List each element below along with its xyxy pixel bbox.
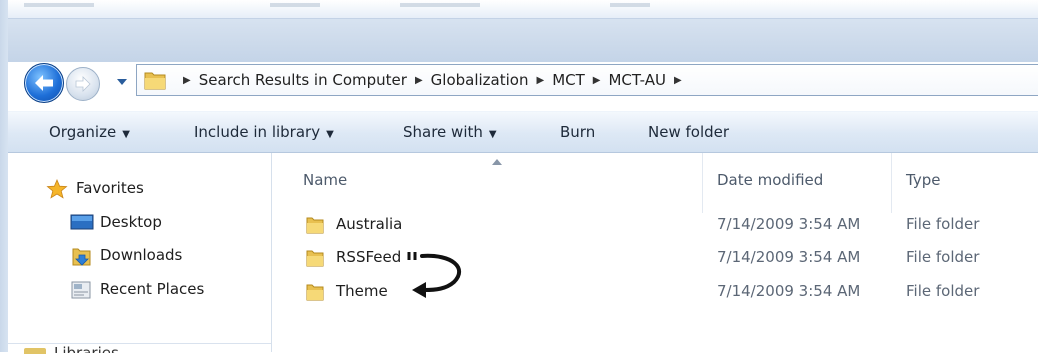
folder-icon <box>306 217 324 234</box>
downloads-folder-icon <box>70 246 92 266</box>
breadcrumb-chevron-icon[interactable]: ▶ <box>415 75 423 86</box>
breadcrumb-chevron-icon[interactable]: ▶ <box>536 75 544 86</box>
chevron-down-icon: ▼ <box>326 129 334 140</box>
burn-button[interactable]: Burn <box>560 123 595 141</box>
column-divider[interactable] <box>891 153 892 213</box>
recent-pages-dropdown-icon[interactable] <box>116 78 128 86</box>
window-left-border <box>0 0 8 352</box>
column-divider[interactable] <box>702 153 703 213</box>
include-in-library-label: Include in library <box>194 123 321 141</box>
nav-item-downloads-label: Downloads <box>100 246 183 264</box>
navigation-pane: Favorites Desktop Downloads Recent Place… <box>8 153 272 354</box>
breadcrumb-chevron-icon[interactable]: ▶ <box>674 75 682 86</box>
column-header-name[interactable]: Name <box>303 171 347 189</box>
folder-icon <box>144 72 166 90</box>
nav-favorites[interactable]: Favorites <box>46 178 144 199</box>
chevron-down-icon: ▼ <box>488 129 497 140</box>
nav-item-recent-places-label: Recent Places <box>100 280 205 298</box>
sort-ascending-icon <box>492 159 502 165</box>
breadcrumb-search-results[interactable]: Search Results in Computer <box>199 71 407 89</box>
table-row[interactable]: Australia 7/14/2009 3:54 AM File folder <box>272 208 1038 241</box>
table-row[interactable]: Theme 7/14/2009 3:54 AM File folder <box>272 275 1038 308</box>
breadcrumb-globalization[interactable]: Globalization <box>431 71 529 89</box>
nav-favorites-label: Favorites <box>76 179 144 197</box>
libraries-icon <box>24 348 46 354</box>
folder-icon <box>306 284 324 301</box>
share-with-label: Share with <box>403 123 483 141</box>
breadcrumb-chevron-icon[interactable]: ▶ <box>593 75 601 86</box>
chevron-down-icon: ▼ <box>122 129 130 140</box>
breadcrumb-chevron-icon[interactable]: ▶ <box>183 75 191 86</box>
back-button[interactable] <box>24 63 64 103</box>
annotation-arrow-icon <box>407 252 462 298</box>
forward-arrow-icon <box>75 76 91 92</box>
file-type: File folder <box>906 248 980 266</box>
star-icon <box>46 178 68 199</box>
file-name: RSSFeed <box>336 248 402 266</box>
command-toolbar: Organize ▼ Include in library ▼ Share with… <box>8 111 1038 153</box>
nav-item-desktop-label: Desktop <box>100 213 162 231</box>
desktop-icon <box>70 213 94 231</box>
file-list: Name Date modified Type Australia 7/14/2… <box>272 153 1038 352</box>
folder-icon <box>306 250 324 267</box>
nav-item-downloads[interactable]: Downloads <box>70 246 183 266</box>
column-header-type[interactable]: Type <box>906 171 940 189</box>
table-row[interactable]: RSSFeed 7/14/2009 3:54 AM File folder <box>272 241 1038 274</box>
file-type: File folder <box>906 282 980 300</box>
file-name: Theme <box>336 282 388 300</box>
file-date-modified: 7/14/2009 3:54 AM <box>717 215 861 233</box>
breadcrumb-mct[interactable]: MCT <box>552 71 585 89</box>
address-bar[interactable]: ▶ Search Results in Computer ▶ Globaliza… <box>136 64 1038 96</box>
file-date-modified: 7/14/2009 3:54 AM <box>717 282 861 300</box>
share-with-button[interactable]: Share with ▼ <box>403 123 497 141</box>
nav-item-recent-places[interactable]: Recent Places <box>70 280 205 299</box>
file-name: Australia <box>336 215 403 233</box>
file-type: File folder <box>906 215 980 233</box>
back-arrow-icon <box>35 75 53 91</box>
organize-label: Organize <box>49 123 117 141</box>
new-folder-button[interactable]: New folder <box>648 123 729 141</box>
forward-button[interactable] <box>66 67 100 101</box>
breadcrumb-mct-au[interactable]: MCT-AU <box>608 71 666 89</box>
recent-places-icon <box>70 280 92 299</box>
include-in-library-button[interactable]: Include in library ▼ <box>194 123 334 141</box>
organize-button[interactable]: Organize ▼ <box>49 123 130 141</box>
breadcrumb: ▶ Search Results in Computer ▶ Globaliza… <box>175 71 690 89</box>
file-date-modified: 7/14/2009 3:54 AM <box>717 248 861 266</box>
nav-item-desktop[interactable]: Desktop <box>70 213 162 231</box>
title-bar <box>0 0 1038 19</box>
column-header-date-modified[interactable]: Date modified <box>717 171 823 189</box>
